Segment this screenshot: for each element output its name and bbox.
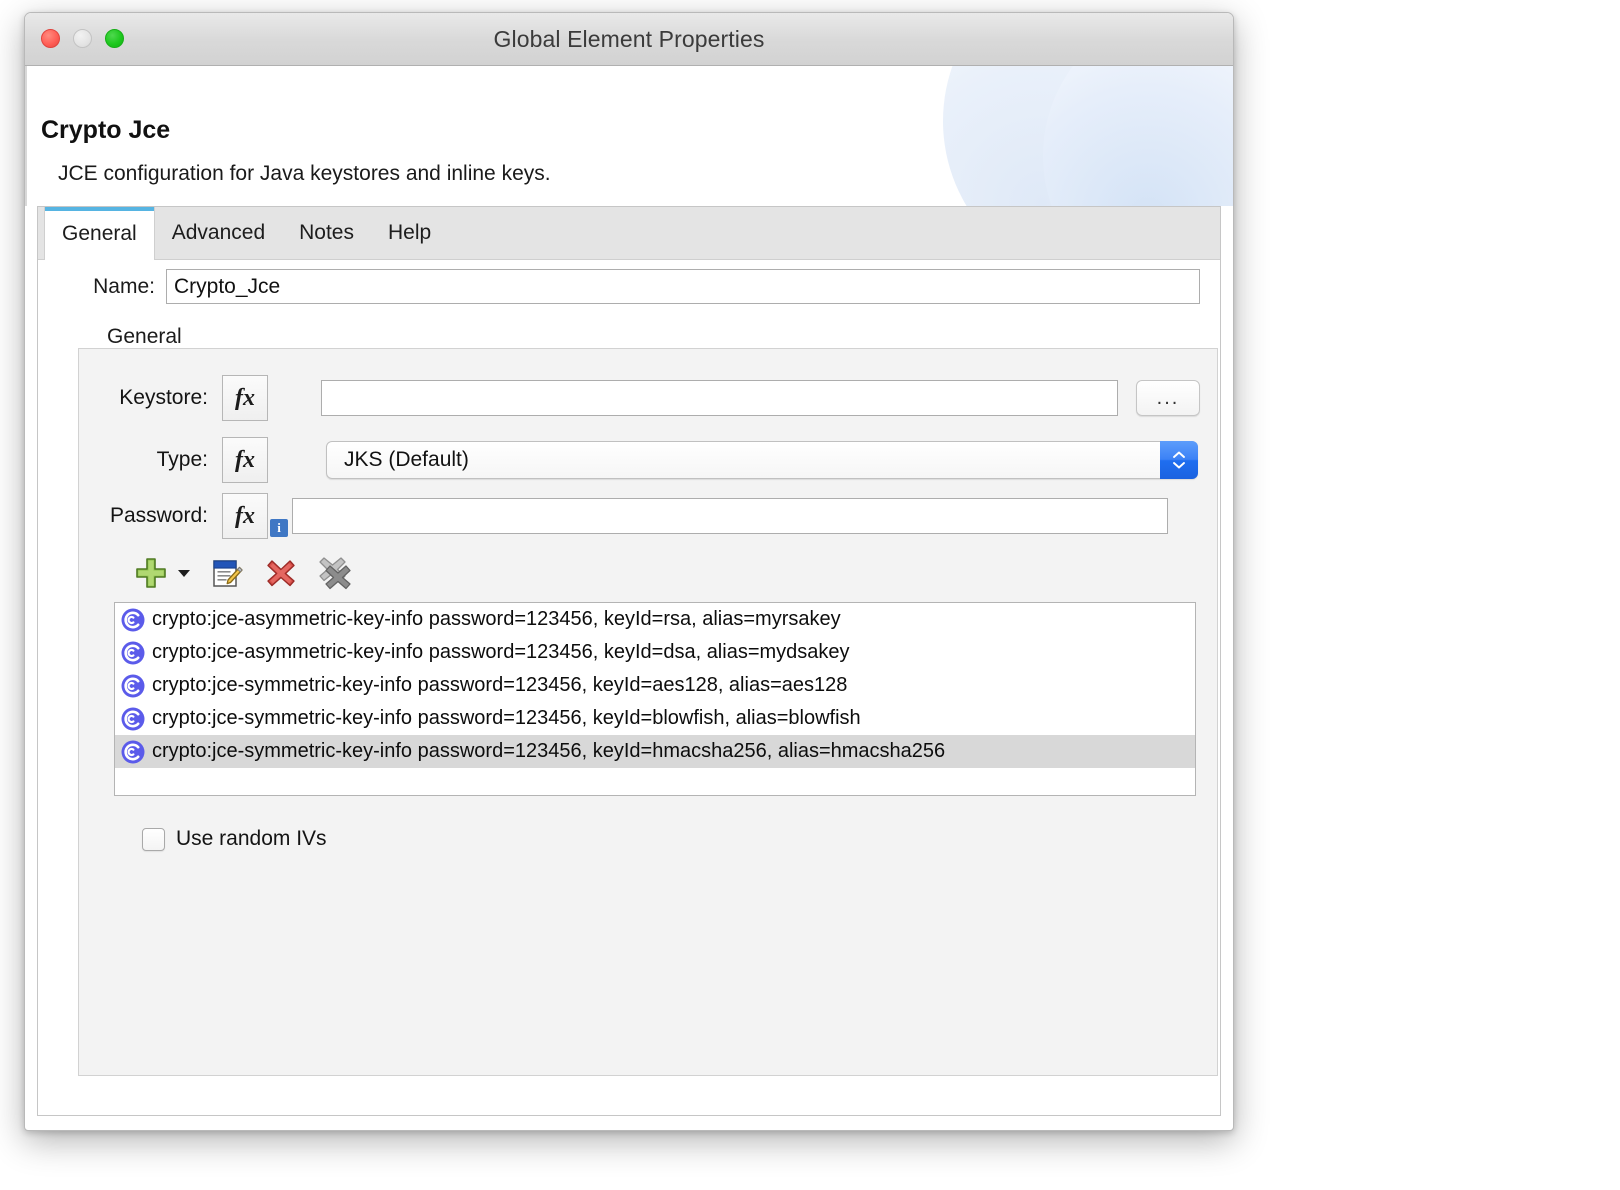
- list-item-label: crypto:jce-asymmetric-key-info password=…: [152, 641, 850, 664]
- add-key-dropdown[interactable]: [173, 551, 195, 595]
- add-key-button[interactable]: [129, 551, 173, 595]
- keystore-fx-button[interactable]: fx: [222, 375, 268, 421]
- banner-left-edge: [25, 66, 27, 206]
- password-fx-button[interactable]: fx: [222, 493, 268, 539]
- type-combobox[interactable]: JKS (Default): [326, 441, 1198, 479]
- key-info-list[interactable]: crypto:jce-asymmetric-key-info password=…: [114, 602, 1196, 796]
- fx-icon: fx: [235, 447, 255, 474]
- fx-icon: fx: [235, 503, 255, 530]
- page-subtitle: JCE configuration for Java keystores and…: [58, 162, 551, 186]
- delete-all-keys-button[interactable]: [313, 551, 357, 595]
- delete-cross-icon: [265, 557, 297, 589]
- plus-icon: [134, 556, 168, 590]
- edit-note-icon: [210, 556, 244, 590]
- tab-general[interactable]: General: [44, 207, 155, 260]
- ellipsis-icon: ...: [1157, 387, 1180, 410]
- crypto-key-icon: [120, 607, 146, 633]
- info-icon[interactable]: i: [270, 519, 288, 537]
- banner-decoration-circle-2: [1043, 66, 1233, 206]
- tab-help[interactable]: Help: [371, 207, 448, 259]
- use-random-ivs-row[interactable]: Use random IVs: [142, 827, 327, 851]
- crypto-key-icon: [120, 673, 146, 699]
- list-item-label: crypto:jce-asymmetric-key-info password=…: [152, 608, 841, 631]
- list-item-label: crypto:jce-symmetric-key-info password=1…: [152, 740, 945, 763]
- type-row: Type: fx JKS (Default): [79, 437, 1198, 483]
- page-title: Crypto Jce: [41, 116, 170, 145]
- keystore-label: Keystore:: [79, 386, 222, 410]
- group-label: General: [107, 325, 182, 349]
- use-random-ivs-checkbox[interactable]: [142, 828, 165, 851]
- edit-key-button[interactable]: [205, 551, 249, 595]
- window-title: Global Element Properties: [25, 13, 1233, 65]
- tab-strip: General Advanced Notes Help: [38, 207, 1220, 260]
- tab-advanced-label: Advanced: [172, 221, 265, 245]
- list-item[interactable]: crypto:jce-symmetric-key-info password=1…: [115, 702, 1195, 735]
- name-input[interactable]: [166, 269, 1200, 304]
- password-label: Password:: [79, 504, 222, 528]
- header-banner: Crypto Jce JCE configuration for Java ke…: [25, 66, 1233, 206]
- delete-key-button[interactable]: [259, 551, 303, 595]
- crypto-key-icon: [120, 706, 146, 732]
- type-selected-value: JKS (Default): [344, 448, 469, 472]
- list-item-selected[interactable]: crypto:jce-symmetric-key-info password=1…: [115, 735, 1195, 768]
- caret-down-icon: [176, 567, 192, 579]
- use-random-ivs-label: Use random IVs: [176, 827, 327, 851]
- type-label: Type:: [79, 448, 222, 472]
- tab-advanced[interactable]: Advanced: [155, 207, 282, 259]
- keystore-input[interactable]: [321, 380, 1118, 416]
- fx-icon: fx: [235, 385, 255, 412]
- tab-notes-label: Notes: [299, 221, 354, 245]
- keystore-browse-button[interactable]: ...: [1136, 380, 1200, 416]
- list-item-label: crypto:jce-symmetric-key-info password=1…: [152, 707, 861, 730]
- password-input[interactable]: [292, 498, 1168, 534]
- key-list-toolbar: [129, 551, 357, 595]
- list-item[interactable]: crypto:jce-symmetric-key-info password=1…: [115, 669, 1195, 702]
- general-group-box: Keystore: fx ... Type: fx: [78, 348, 1218, 1076]
- keystore-row: Keystore: fx ...: [79, 375, 1200, 421]
- crypto-key-icon: [120, 739, 146, 765]
- crypto-key-icon: [120, 640, 146, 666]
- tab-general-label: General: [62, 222, 137, 246]
- global-element-properties-window: Global Element Properties Crypto Jce JCE…: [24, 12, 1234, 1131]
- list-item[interactable]: crypto:jce-asymmetric-key-info password=…: [115, 636, 1195, 669]
- properties-panel: General Advanced Notes Help Name: Genera…: [37, 206, 1221, 1116]
- name-row: Name:: [38, 269, 1220, 304]
- chevron-up-icon: [1172, 451, 1186, 459]
- tab-help-label: Help: [388, 221, 431, 245]
- chevron-up-down-icon[interactable]: [1160, 441, 1198, 479]
- list-item-label: crypto:jce-symmetric-key-info password=1…: [152, 674, 847, 697]
- tab-notes[interactable]: Notes: [282, 207, 371, 259]
- name-label: Name:: [38, 275, 155, 299]
- delete-all-cross-icon: [318, 556, 352, 590]
- window-titlebar: Global Element Properties: [25, 13, 1233, 66]
- type-fx-button[interactable]: fx: [222, 437, 268, 483]
- password-row: Password: fx i: [79, 493, 1168, 539]
- screen: Global Element Properties Crypto Jce JCE…: [0, 0, 1620, 1190]
- list-item[interactable]: crypto:jce-asymmetric-key-info password=…: [115, 603, 1195, 636]
- chevron-down-icon: [1172, 461, 1186, 469]
